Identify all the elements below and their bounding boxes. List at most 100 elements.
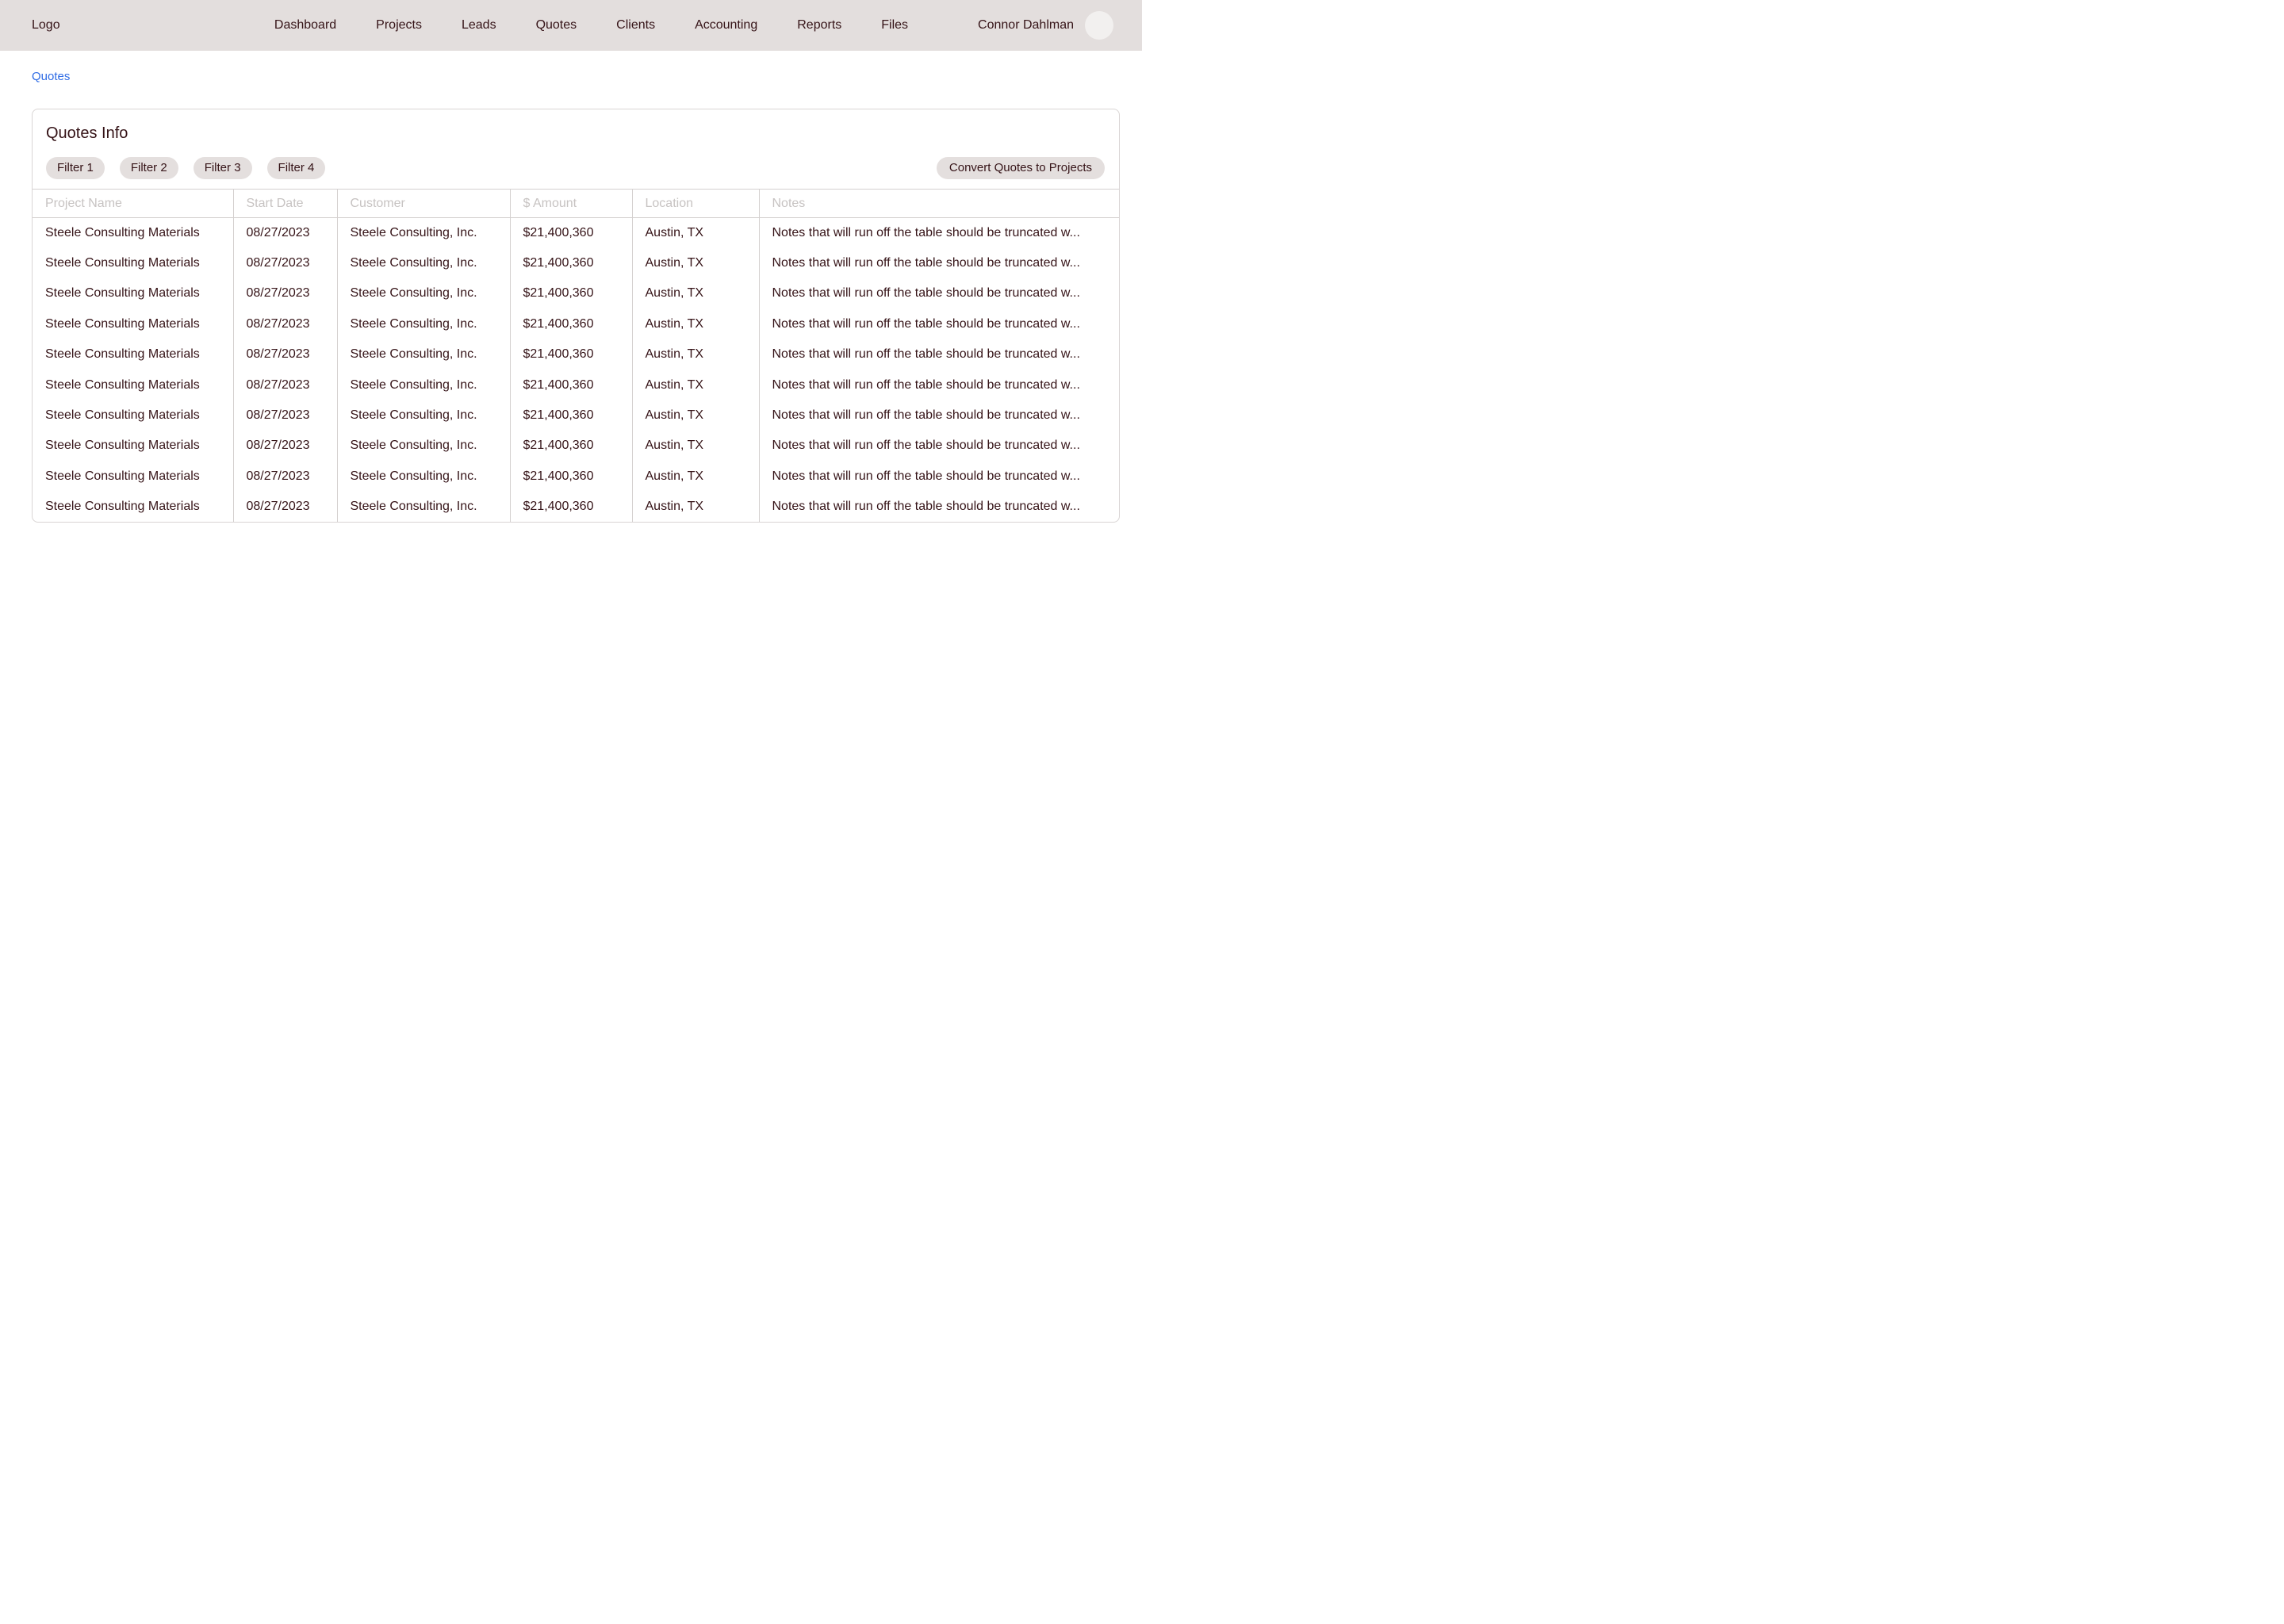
cell-amount: $21,400,360 <box>510 339 632 370</box>
nav-item[interactable]: Leads <box>462 18 496 33</box>
user-name[interactable]: Connor Dahlman <box>978 18 1074 33</box>
cell-amount: $21,400,360 <box>510 492 632 522</box>
filter-button[interactable]: Filter 4 <box>267 157 326 179</box>
cell-customer: Steele Consulting, Inc. <box>337 218 510 248</box>
cell-start-date: 08/27/2023 <box>233 278 337 308</box>
nav-links: Dashboard Projects Leads Quotes Clients … <box>274 18 908 33</box>
nav-item[interactable]: Files <box>881 18 908 33</box>
cell-start-date: 08/27/2023 <box>233 339 337 370</box>
column-header: Location <box>632 190 759 218</box>
cell-start-date: 08/27/2023 <box>233 431 337 461</box>
cell-customer: Steele Consulting, Inc. <box>337 462 510 492</box>
breadcrumb-link-quotes[interactable]: Quotes <box>32 70 70 83</box>
filter-button[interactable]: Filter 1 <box>46 157 105 179</box>
cell-project-name: Steele Consulting Materials <box>33 400 233 431</box>
cell-notes: Notes that will run off the table should… <box>759 218 1120 248</box>
cell-location: Austin, TX <box>632 248 759 278</box>
table-row[interactable]: Steele Consulting Materials 08/27/2023 S… <box>33 218 1120 248</box>
cell-project-name: Steele Consulting Materials <box>33 370 233 400</box>
nav-item[interactable]: Dashboard <box>274 18 336 33</box>
card-title: Quotes Info <box>46 122 1105 144</box>
cell-notes: Notes that will run off the table should… <box>759 400 1120 431</box>
cell-project-name: Steele Consulting Materials <box>33 431 233 461</box>
cell-project-name: Steele Consulting Materials <box>33 278 233 308</box>
filter-toolbar: Filter 1 Filter 2 Filter 3 Filter 4 Conv… <box>46 157 1105 179</box>
cell-location: Austin, TX <box>632 370 759 400</box>
cell-project-name: Steele Consulting Materials <box>33 248 233 278</box>
cell-project-name: Steele Consulting Materials <box>33 218 233 248</box>
cell-location: Austin, TX <box>632 431 759 461</box>
cell-customer: Steele Consulting, Inc. <box>337 431 510 461</box>
column-header: Project Name <box>33 190 233 218</box>
cell-notes: Notes that will run off the table should… <box>759 248 1120 278</box>
cell-customer: Steele Consulting, Inc. <box>337 248 510 278</box>
cell-notes: Notes that will run off the table should… <box>759 278 1120 308</box>
column-header: Notes <box>759 190 1120 218</box>
cell-location: Austin, TX <box>632 492 759 522</box>
filter-buttons: Filter 1 Filter 2 Filter 3 Filter 4 <box>46 157 325 179</box>
table-row[interactable]: Steele Consulting Materials 08/27/2023 S… <box>33 248 1120 278</box>
cell-amount: $21,400,360 <box>510 370 632 400</box>
table-row[interactable]: Steele Consulting Materials 08/27/2023 S… <box>33 462 1120 492</box>
cell-amount: $21,400,360 <box>510 431 632 461</box>
nav-item[interactable]: Projects <box>376 18 422 33</box>
cell-start-date: 08/27/2023 <box>233 400 337 431</box>
cell-start-date: 08/27/2023 <box>233 492 337 522</box>
cell-notes: Notes that will run off the table should… <box>759 309 1120 339</box>
convert-quotes-to-projects-button[interactable]: Convert Quotes to Projects <box>937 157 1105 179</box>
nav-item[interactable]: Quotes <box>536 18 577 33</box>
column-header: Customer <box>337 190 510 218</box>
cell-customer: Steele Consulting, Inc. <box>337 309 510 339</box>
cell-location: Austin, TX <box>632 400 759 431</box>
breadcrumb: Quotes <box>32 70 1142 84</box>
table-body: Steele Consulting Materials 08/27/2023 S… <box>33 218 1120 523</box>
table-header: Project Name Start Date Customer $ Amoun… <box>33 190 1120 218</box>
cell-project-name: Steele Consulting Materials <box>33 492 233 522</box>
cell-project-name: Steele Consulting Materials <box>33 462 233 492</box>
cell-amount: $21,400,360 <box>510 309 632 339</box>
user-avatar[interactable] <box>1085 11 1113 40</box>
table-row[interactable]: Steele Consulting Materials 08/27/2023 S… <box>33 431 1120 461</box>
cell-customer: Steele Consulting, Inc. <box>337 492 510 522</box>
cell-notes: Notes that will run off the table should… <box>759 370 1120 400</box>
cell-project-name: Steele Consulting Materials <box>33 339 233 370</box>
quotes-info-card: Quotes Info Filter 1 Filter 2 Filter 3 F… <box>32 109 1120 523</box>
card-header: Quotes Info Filter 1 Filter 2 Filter 3 F… <box>33 109 1119 179</box>
cell-location: Austin, TX <box>632 339 759 370</box>
nav-item[interactable]: Accounting <box>695 18 757 33</box>
cell-notes: Notes that will run off the table should… <box>759 492 1120 522</box>
nav-item[interactable]: Clients <box>616 18 655 33</box>
cell-notes: Notes that will run off the table should… <box>759 339 1120 370</box>
cell-location: Austin, TX <box>632 278 759 308</box>
nav-item[interactable]: Reports <box>797 18 841 33</box>
cell-location: Austin, TX <box>632 309 759 339</box>
cell-customer: Steele Consulting, Inc. <box>337 339 510 370</box>
cell-notes: Notes that will run off the table should… <box>759 431 1120 461</box>
table-row[interactable]: Steele Consulting Materials 08/27/2023 S… <box>33 492 1120 522</box>
filter-button[interactable]: Filter 3 <box>194 157 252 179</box>
cell-amount: $21,400,360 <box>510 248 632 278</box>
table-row[interactable]: Steele Consulting Materials 08/27/2023 S… <box>33 339 1120 370</box>
table-row[interactable]: Steele Consulting Materials 08/27/2023 S… <box>33 400 1120 431</box>
column-header: $ Amount <box>510 190 632 218</box>
cell-location: Austin, TX <box>632 462 759 492</box>
table-row[interactable]: Steele Consulting Materials 08/27/2023 S… <box>33 278 1120 308</box>
cell-customer: Steele Consulting, Inc. <box>337 278 510 308</box>
cell-start-date: 08/27/2023 <box>233 309 337 339</box>
table-row[interactable]: Steele Consulting Materials 08/27/2023 S… <box>33 370 1120 400</box>
cell-start-date: 08/27/2023 <box>233 248 337 278</box>
cell-start-date: 08/27/2023 <box>233 462 337 492</box>
cell-notes: Notes that will run off the table should… <box>759 462 1120 492</box>
table-row[interactable]: Steele Consulting Materials 08/27/2023 S… <box>33 309 1120 339</box>
cell-amount: $21,400,360 <box>510 218 632 248</box>
cell-start-date: 08/27/2023 <box>233 218 337 248</box>
cell-start-date: 08/27/2023 <box>233 370 337 400</box>
cell-amount: $21,400,360 <box>510 462 632 492</box>
cell-customer: Steele Consulting, Inc. <box>337 400 510 431</box>
column-header: Start Date <box>233 190 337 218</box>
cell-project-name: Steele Consulting Materials <box>33 309 233 339</box>
filter-button[interactable]: Filter 2 <box>120 157 178 179</box>
top-navigation-bar: Logo Dashboard Projects Leads Quotes Cli… <box>0 0 1142 51</box>
logo[interactable]: Logo <box>32 18 60 33</box>
quotes-table: Project Name Start Date Customer $ Amoun… <box>33 189 1120 522</box>
